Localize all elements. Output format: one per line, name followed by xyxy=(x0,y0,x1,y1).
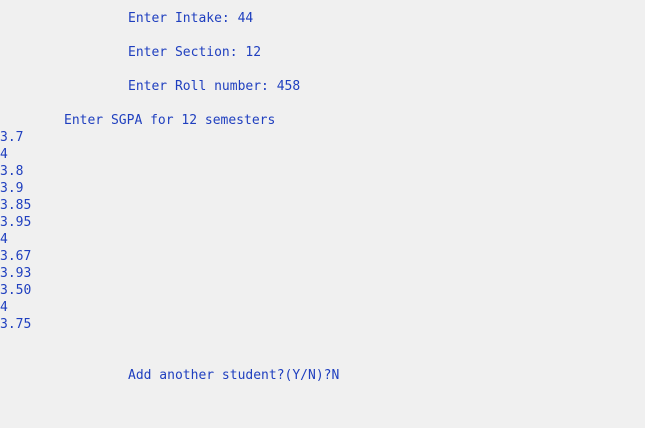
add-student-prompt: Add another student?(Y/N)?N xyxy=(128,368,340,383)
sgpa-value: 3.9 xyxy=(0,181,24,196)
sgpa-value: 3.93 xyxy=(0,266,32,281)
sgpa-value: 4 xyxy=(0,147,8,162)
console-window: Enter Intake: 44 Enter Section: 12 Enter… xyxy=(0,0,645,428)
roll-line: Enter Roll number: 458 xyxy=(128,79,301,94)
sgpa-value: 3.8 xyxy=(0,164,24,179)
sgpa-value: 4 xyxy=(0,300,8,315)
intake-line: Enter Intake: 44 xyxy=(128,11,254,26)
sgpa-value: 3.7 xyxy=(0,130,24,145)
sgpa-value: 4 xyxy=(0,232,8,247)
sgpa-value: 3.67 xyxy=(0,249,32,264)
sgpa-value: 3.85 xyxy=(0,198,32,213)
sgpa-value: 3.75 xyxy=(0,317,32,332)
sgpa-header-line: Enter SGPA for 12 semesters xyxy=(64,113,276,128)
sgpa-list: 3.7 4 3.8 3.9 3.85 3.95 4 3.67 3.93 3.50… xyxy=(0,129,31,333)
sgpa-value: 3.95 xyxy=(0,215,32,230)
section-line: Enter Section: 12 xyxy=(128,45,262,60)
sgpa-value: 3.50 xyxy=(0,283,32,298)
